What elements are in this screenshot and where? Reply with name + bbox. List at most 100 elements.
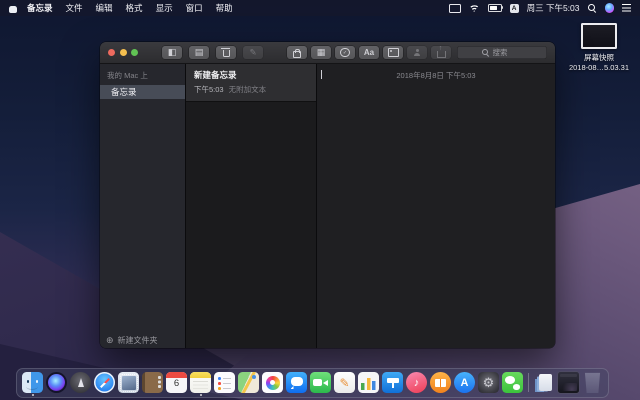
dock bbox=[16, 368, 609, 398]
zoom-button[interactable] bbox=[131, 49, 138, 56]
minimize-button[interactable] bbox=[120, 49, 127, 56]
screenshot-filename: 屏幕快照 2018-08…5.03.31 bbox=[569, 53, 629, 72]
dock-icon-art bbox=[48, 374, 65, 391]
add-people-button[interactable] bbox=[407, 46, 427, 59]
menu-help[interactable]: 帮助 bbox=[216, 2, 233, 14]
dock-icon-art bbox=[262, 372, 283, 393]
dock-icon-facetime[interactable] bbox=[310, 372, 331, 393]
dock-icon-art bbox=[286, 372, 307, 393]
dock-icon-appstore[interactable] bbox=[454, 372, 475, 393]
dock-icon-system-preferences[interactable] bbox=[478, 372, 499, 393]
search-field[interactable] bbox=[457, 46, 547, 59]
menu-bar: 备忘录 文件 编辑 格式 显示 窗口 帮助 周三 下午5:03 bbox=[0, 0, 640, 16]
dock-icon-calendar[interactable] bbox=[166, 372, 187, 393]
dock-icon-safari[interactable] bbox=[94, 372, 115, 393]
desktop-screenshot-file[interactable]: 屏幕快照 2018-08…5.03.31 bbox=[560, 23, 638, 72]
menu-notes[interactable]: 备忘录 bbox=[27, 2, 53, 14]
sidebar-items: 备忘录 bbox=[100, 85, 185, 99]
open-indicator-dot bbox=[32, 394, 34, 396]
dock-icon-minimized-window[interactable] bbox=[558, 372, 579, 393]
new-folder-button[interactable]: 新建文件夹 bbox=[100, 332, 185, 348]
dock-icon-art bbox=[190, 372, 211, 393]
dock-icon-siri[interactable] bbox=[46, 372, 67, 393]
dock-icon-reminders[interactable] bbox=[214, 372, 235, 393]
siri-icon[interactable] bbox=[605, 3, 615, 13]
sidebar-item-notes[interactable]: 备忘录 bbox=[100, 85, 185, 99]
search-input[interactable] bbox=[493, 48, 523, 57]
add-folder-icon bbox=[106, 335, 114, 346]
toolbar-left-group bbox=[162, 46, 263, 59]
dock-icon-art bbox=[334, 372, 355, 393]
dock-icon-photos[interactable] bbox=[262, 372, 283, 393]
open-indicator-dot bbox=[200, 394, 202, 396]
battery-icon[interactable] bbox=[488, 4, 502, 12]
dock-icon-numbers[interactable] bbox=[358, 372, 379, 393]
dock-icon-keynote[interactable] bbox=[382, 372, 403, 393]
dock-icon-launchpad[interactable] bbox=[70, 372, 91, 393]
dock-icon-downloads[interactable] bbox=[534, 372, 555, 393]
dock-icon-separator bbox=[528, 373, 529, 392]
media-button[interactable] bbox=[383, 46, 403, 59]
dock-icon-art bbox=[142, 372, 163, 393]
dock-icon-finder[interactable] bbox=[22, 372, 43, 393]
dock-icon-art bbox=[214, 372, 235, 393]
menu-edit[interactable]: 编辑 bbox=[96, 2, 113, 14]
menu-view[interactable]: 显示 bbox=[156, 2, 173, 14]
dock-icon-messages[interactable] bbox=[286, 372, 307, 393]
menubar-clock[interactable]: 周三 下午5:03 bbox=[527, 2, 580, 14]
new-note-button[interactable] bbox=[243, 46, 263, 59]
dock-icon-art bbox=[406, 372, 427, 393]
traffic-lights bbox=[108, 49, 138, 56]
dock-icon-notes[interactable] bbox=[190, 372, 211, 393]
dock-icon-trash[interactable] bbox=[582, 372, 603, 393]
dock-icon-books[interactable] bbox=[430, 372, 451, 393]
wifi-icon[interactable] bbox=[469, 4, 480, 12]
share-button[interactable] bbox=[431, 46, 451, 59]
dock-icon-pages[interactable] bbox=[334, 372, 355, 393]
notification-center-icon[interactable] bbox=[622, 4, 631, 12]
dock-icon-wechat[interactable] bbox=[502, 372, 523, 393]
gallery-view-button[interactable] bbox=[189, 46, 209, 59]
window-body: 我的 Mac 上 备忘录 新建文件夹 新建备忘录 下午5:03 无附加文本 20… bbox=[100, 64, 555, 348]
window-titlebar[interactable]: Aa bbox=[100, 42, 555, 64]
screenshot-thumbnail[interactable] bbox=[581, 23, 617, 49]
delete-note-button[interactable] bbox=[216, 46, 236, 59]
toolbar-right-group: Aa bbox=[287, 46, 451, 59]
status-icons bbox=[449, 4, 519, 13]
filename-line2: 2018-08…5.03.31 bbox=[569, 63, 629, 73]
dock-icon-art bbox=[454, 372, 475, 393]
display-icon[interactable] bbox=[449, 4, 461, 13]
dock-icon-mail[interactable] bbox=[118, 372, 139, 393]
table-button[interactable] bbox=[311, 46, 331, 59]
apple-menu-icon[interactable] bbox=[9, 4, 17, 13]
note-list-item[interactable]: 新建备忘录 下午5:03 无附加文本 bbox=[186, 64, 316, 102]
dock-icon-contacts[interactable] bbox=[142, 372, 163, 393]
dock-icon-art bbox=[22, 372, 43, 393]
dock-icon-art bbox=[166, 372, 187, 393]
menubar-left: 备忘录 文件 编辑 格式 显示 窗口 帮助 bbox=[0, 2, 233, 14]
sidebar-item-label: 备忘录 bbox=[111, 86, 137, 98]
note-editor[interactable]: 2018年8月8日 下午5:03 bbox=[317, 64, 555, 348]
menu-file[interactable]: 文件 bbox=[66, 2, 83, 14]
lock-button[interactable] bbox=[287, 46, 307, 59]
input-source-icon[interactable] bbox=[510, 4, 519, 13]
menu-format[interactable]: 格式 bbox=[126, 2, 143, 14]
menu-window[interactable]: 窗口 bbox=[186, 2, 203, 14]
dock-icon-maps[interactable] bbox=[238, 372, 259, 393]
sidebar-section-header: 我的 Mac 上 bbox=[100, 64, 185, 85]
format-button[interactable]: Aa bbox=[359, 46, 379, 59]
dock-icon-art bbox=[502, 372, 523, 393]
menu-list: 备忘录 文件 编辑 格式 显示 窗口 帮助 bbox=[27, 2, 233, 14]
dock-icon-art bbox=[430, 372, 451, 393]
dock-icon-itunes[interactable] bbox=[406, 372, 427, 393]
close-button[interactable] bbox=[108, 49, 115, 56]
note-time: 下午5:03 bbox=[194, 84, 224, 95]
dock-icon-art bbox=[582, 372, 603, 393]
sidebar-view-button[interactable] bbox=[162, 46, 182, 59]
notes-window: Aa 我的 Mac 上 备忘录 新建文件夹 新建备忘录 下午5:03 无附加文 bbox=[100, 42, 555, 348]
dock-icon-art bbox=[534, 372, 555, 393]
note-preview: 无附加文本 bbox=[229, 84, 267, 95]
text-caret bbox=[321, 70, 322, 79]
search-icon[interactable] bbox=[588, 4, 597, 13]
checklist-button[interactable] bbox=[335, 46, 355, 59]
